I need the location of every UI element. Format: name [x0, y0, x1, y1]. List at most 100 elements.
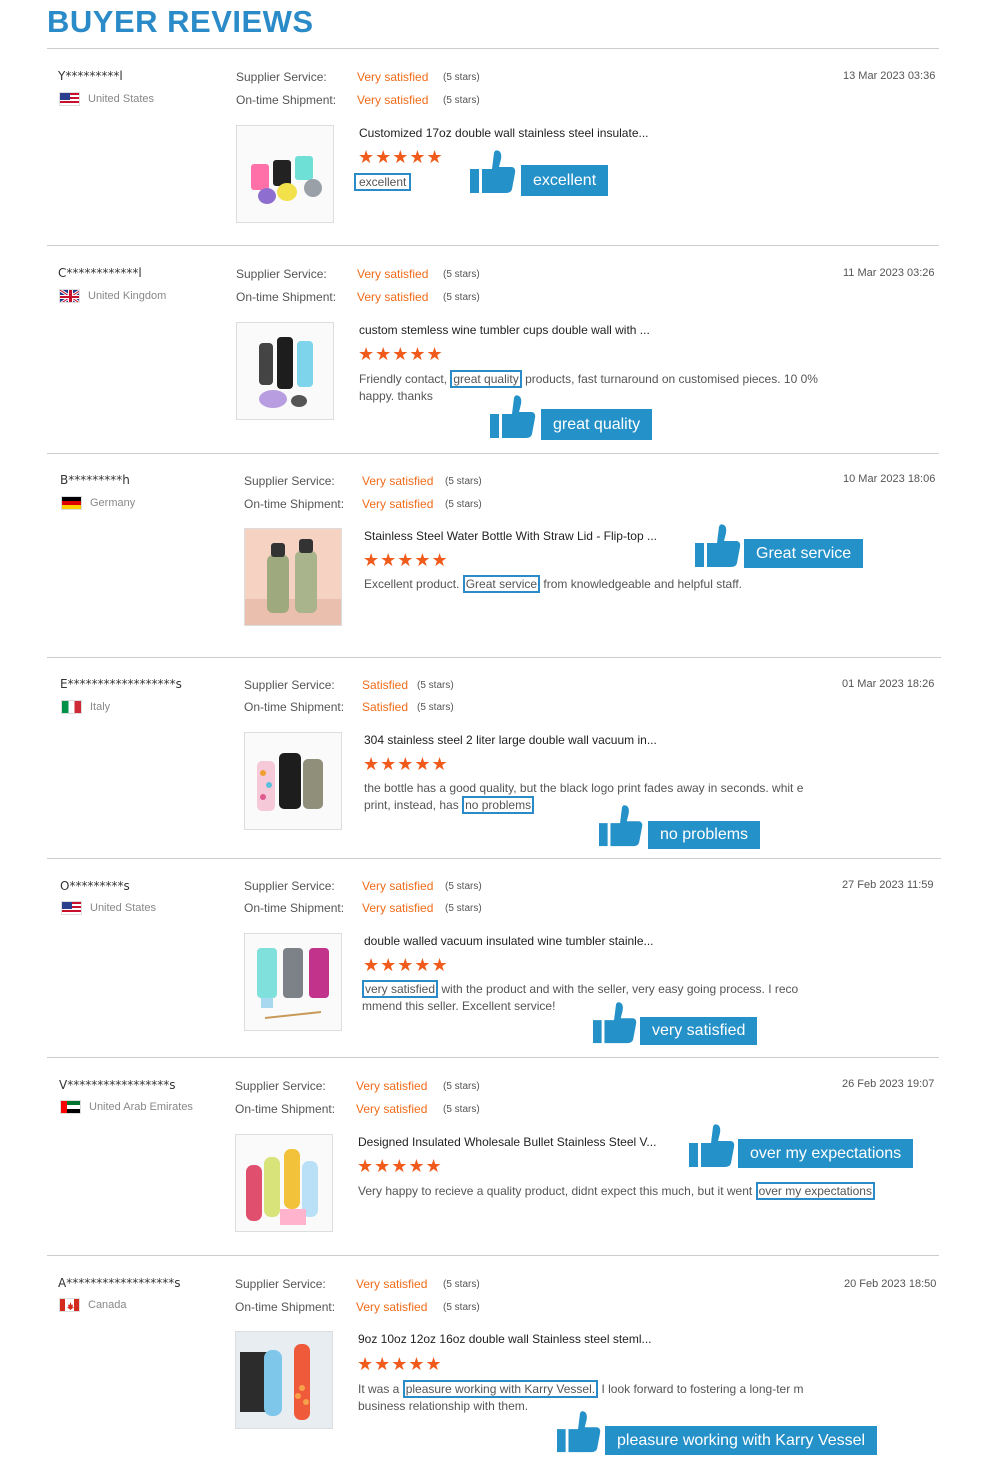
- shipment-rating: Very satisfied: [357, 290, 429, 304]
- review-tag: no problems: [648, 821, 761, 849]
- product-name[interactable]: 9oz 10oz 12oz 16oz double wall Stainless…: [358, 1332, 652, 1346]
- shipment-stars: (5 stars): [443, 1104, 480, 1115]
- page-title: BUYER REVIEWS: [47, 4, 314, 39]
- supplier-service-stars: (5 stars): [445, 476, 482, 487]
- buyer-name: E******************s: [60, 677, 182, 691]
- it-flag-icon: [61, 700, 82, 714]
- product-name[interactable]: 304 stainless steel 2 liter large double…: [364, 733, 657, 747]
- product-image[interactable]: [235, 1134, 333, 1232]
- review-date: 20 Feb 2023 18:50: [844, 1278, 937, 1290]
- buyer-name: O*********s: [60, 879, 130, 893]
- review-date: 13 Mar 2023 03:36: [843, 70, 936, 82]
- us-flag-icon: [61, 901, 82, 915]
- thumbs-up-icon: [695, 524, 741, 567]
- shipment-rating: Satisfied: [362, 700, 409, 714]
- buyer-country: Germany: [61, 496, 135, 510]
- buyer-country: United Kingdom: [59, 289, 166, 303]
- buyer-name: B*********h: [60, 473, 130, 487]
- buyer-name: V*****************s: [59, 1078, 176, 1092]
- buyer-country: Canada: [59, 1298, 127, 1312]
- shipment-rating: Very satisfied: [362, 901, 434, 915]
- comment-highlight: no problems: [462, 796, 535, 814]
- product-stars: ★★★★★: [357, 1354, 443, 1374]
- review-date: 01 Mar 2023 18:26: [842, 678, 935, 690]
- product-stars: ★★★★★: [363, 550, 449, 570]
- product-stars: ★★★★★: [363, 955, 449, 975]
- review-date: 26 Feb 2023 19:07: [842, 1078, 935, 1090]
- product-name[interactable]: double walled vacuum insulated wine tumb…: [364, 934, 654, 948]
- review-divider: [47, 1057, 939, 1058]
- buyer-country: United States: [59, 92, 154, 106]
- shipment-stars: (5 stars): [443, 292, 480, 303]
- review-divider: [47, 245, 939, 246]
- shipment-stars: (5 stars): [445, 903, 482, 914]
- comment-highlight: excellent: [354, 173, 412, 191]
- supplier-service-label: Supplier Service:: [235, 1079, 326, 1093]
- review-tag: pleasure working with Karry Vessel: [605, 1426, 878, 1455]
- product-image[interactable]: [244, 933, 342, 1031]
- product-name[interactable]: custom stemless wine tumbler cups double…: [359, 323, 650, 337]
- supplier-service-stars: (5 stars): [443, 1081, 480, 1092]
- comment-highlight: pleasure working with Karry Vessel.: [402, 1380, 599, 1398]
- product-name[interactable]: Customized 17oz double wall stainless st…: [359, 126, 649, 140]
- supplier-service-label: Supplier Service:: [244, 474, 335, 488]
- buyer-name: Y*********l: [58, 69, 123, 83]
- shipment-rating: Very satisfied: [362, 497, 434, 511]
- review-date: 27 Feb 2023 11:59: [842, 879, 934, 891]
- supplier-service-label: Supplier Service:: [235, 1277, 326, 1291]
- product-stars: ★★★★★: [363, 754, 449, 774]
- supplier-service-stars: (5 stars): [443, 269, 480, 280]
- review-divider: [47, 858, 941, 859]
- shipment-label: On-time Shipment:: [244, 901, 345, 915]
- product-image[interactable]: [244, 528, 342, 626]
- shipment-label: On-time Shipment:: [244, 497, 345, 511]
- supplier-service-rating: Very satisfied: [362, 879, 434, 893]
- supplier-service-label: Supplier Service:: [236, 70, 327, 84]
- ca-flag-icon: [59, 1298, 80, 1312]
- review-divider: [47, 1255, 939, 1256]
- comment-highlight: Great service: [462, 575, 541, 593]
- comment-highlight: great quality: [450, 370, 522, 388]
- supplier-service-rating: Very satisfied: [357, 267, 429, 281]
- shipment-label: On-time Shipment:: [236, 290, 337, 304]
- product-image[interactable]: [235, 1331, 333, 1429]
- product-name[interactable]: Stainless Steel Water Bottle With Straw …: [364, 529, 657, 543]
- comment-highlight: very satisfied: [362, 980, 439, 998]
- supplier-service-label: Supplier Service:: [244, 879, 335, 893]
- shipment-rating: Very satisfied: [356, 1102, 428, 1116]
- review-comment: the bottle has a good quality, but the b…: [364, 781, 804, 814]
- review-comment: Very happy to recieve a quality product,…: [358, 1182, 928, 1200]
- de-flag-icon: [61, 496, 82, 510]
- review-tag: very satisfied: [640, 1017, 758, 1045]
- product-image[interactable]: [244, 732, 342, 830]
- ae-flag-icon: [60, 1100, 81, 1114]
- supplier-service-rating: Very satisfied: [357, 70, 429, 84]
- review-comment: Excellent product. Great service from kn…: [364, 575, 742, 593]
- product-stars: ★★★★★: [358, 344, 444, 364]
- supplier-service-stars: (5 stars): [445, 881, 482, 892]
- buyer-name: C************l: [58, 266, 142, 280]
- supplier-service-label: Supplier Service:: [244, 678, 335, 692]
- product-name[interactable]: Designed Insulated Wholesale Bullet Stai…: [358, 1135, 656, 1149]
- review-comment: very satisfied with the product and with…: [362, 980, 799, 1013]
- thumbs-up-icon: [490, 395, 536, 438]
- supplier-service-stars: (5 stars): [417, 680, 454, 691]
- product-image[interactable]: [236, 125, 334, 223]
- supplier-service-stars: (5 stars): [443, 72, 480, 83]
- shipment-rating: Very satisfied: [356, 1300, 428, 1314]
- shipment-stars: (5 stars): [443, 95, 480, 106]
- buyer-country: United Arab Emirates: [60, 1100, 193, 1114]
- review-date: 10 Mar 2023 18:06: [843, 473, 936, 485]
- review-comment: Friendly contact, great quality products…: [359, 370, 818, 403]
- review-date: 11 Mar 2023 03:26: [843, 267, 935, 279]
- product-stars: ★★★★★: [357, 1156, 443, 1176]
- review-tag: excellent: [521, 165, 609, 196]
- review-divider: [47, 657, 941, 658]
- title-divider: [47, 48, 939, 49]
- comment-highlight: over my expectations: [755, 1182, 875, 1200]
- product-image[interactable]: [236, 322, 334, 420]
- us-flag-icon: [59, 92, 80, 106]
- supplier-service-rating: Satisfied: [362, 678, 409, 692]
- uk-flag-icon: [59, 289, 80, 303]
- review-tag: great quality: [541, 409, 653, 440]
